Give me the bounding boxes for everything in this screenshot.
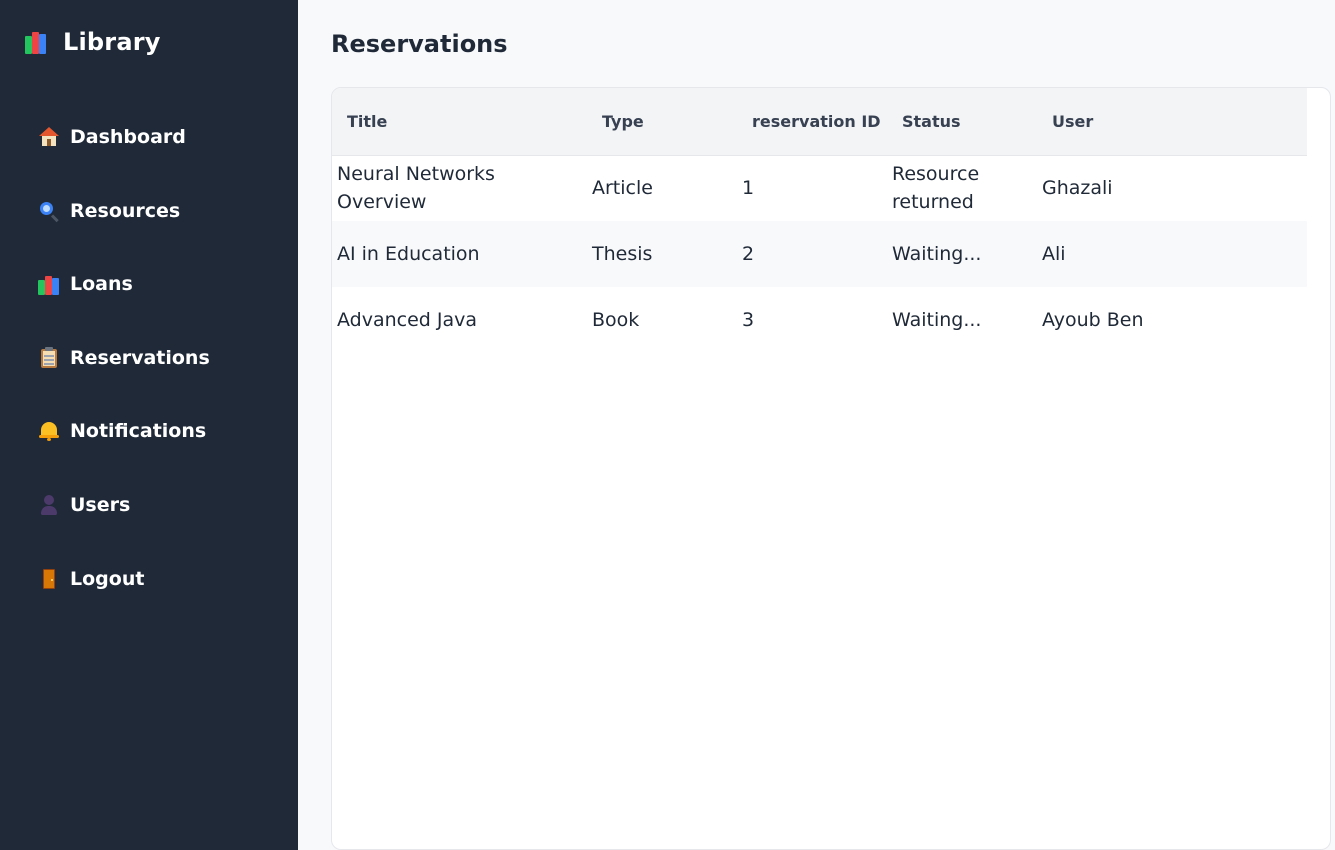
sidebar-item-dashboard[interactable]: Dashboard [38, 120, 210, 154]
sidebar-nav: Dashboard Resources Loans Reservations N… [38, 120, 210, 635]
cell-type: Thesis [592, 243, 653, 265]
magnifier-icon [38, 200, 60, 222]
cell-title: Advanced Java [337, 309, 478, 331]
page-title: Reservations [331, 30, 508, 58]
sidebar-item-resources[interactable]: Resources [38, 194, 210, 228]
cell-type: Book [592, 309, 640, 331]
table-row[interactable]: Advanced Java Book 3 Waiting... Ayoub Be… [332, 287, 1307, 353]
cell-title: Neural Networks Overview [337, 163, 495, 214]
books-icon [38, 273, 60, 296]
reservations-table-card: Title Type reservation ID Status User Ne… [331, 87, 1331, 850]
sidebar-item-label: Resources [70, 199, 181, 222]
column-header-user[interactable]: User [1037, 88, 1307, 155]
cell-title: AI in Education [337, 243, 480, 265]
sidebar-item-notifications[interactable]: Notifications [38, 414, 210, 448]
sidebar-item-users[interactable]: Users [38, 488, 210, 522]
sidebar-item-label: Users [70, 493, 131, 516]
brand-title: Library [63, 28, 161, 56]
books-icon [25, 30, 53, 54]
sidebar-item-logout[interactable]: Logout [38, 562, 210, 596]
reservations-table: Title Type reservation ID Status User Ne… [332, 88, 1307, 353]
column-header-status[interactable]: Status [887, 88, 1037, 155]
sidebar-item-label: Dashboard [70, 126, 186, 148]
column-header-reservation-id[interactable]: reservation ID [737, 88, 887, 155]
sidebar: Library Dashboard Resources Loans Reserv… [0, 0, 298, 850]
house-icon [38, 126, 60, 148]
sidebar-item-label: Loans [70, 273, 133, 296]
sidebar-item-label: Logout [70, 567, 145, 590]
sidebar-item-label: Reservations [70, 346, 210, 369]
cell-reservation-id: 1 [742, 177, 755, 200]
sidebar-item-label: Notifications [70, 420, 207, 443]
cell-type: Article [592, 177, 653, 200]
table-row[interactable]: Neural Networks Overview Article 1 Resou… [332, 155, 1307, 221]
column-header-title[interactable]: Title [332, 88, 587, 155]
user-icon [38, 494, 60, 516]
cell-reservation-id: 2 [742, 243, 755, 265]
cell-user: Ali [1042, 243, 1066, 265]
sidebar-item-loans[interactable]: Loans [38, 267, 210, 301]
door-icon [38, 568, 60, 590]
clipboard-icon [38, 346, 60, 369]
cell-status: Resource returned [892, 163, 980, 214]
main-content: Reservations Title Type reservation ID S… [298, 0, 1335, 850]
cell-user: Ghazali [1042, 177, 1113, 200]
cell-status: Waiting... [892, 243, 982, 265]
cell-status: Waiting... [892, 309, 982, 331]
sidebar-item-reservations[interactable]: Reservations [38, 341, 210, 375]
cell-reservation-id: 3 [742, 309, 755, 331]
brand[interactable]: Library [25, 28, 161, 56]
table-header-row: Title Type reservation ID Status User [332, 88, 1307, 155]
app-root: Library Dashboard Resources Loans Reserv… [0, 0, 1335, 850]
cell-user: Ayoub Ben [1042, 309, 1144, 331]
column-header-type[interactable]: Type [587, 88, 737, 155]
table-row[interactable]: AI in Education Thesis 2 Waiting... Ali [332, 221, 1307, 287]
bell-icon [38, 420, 60, 442]
